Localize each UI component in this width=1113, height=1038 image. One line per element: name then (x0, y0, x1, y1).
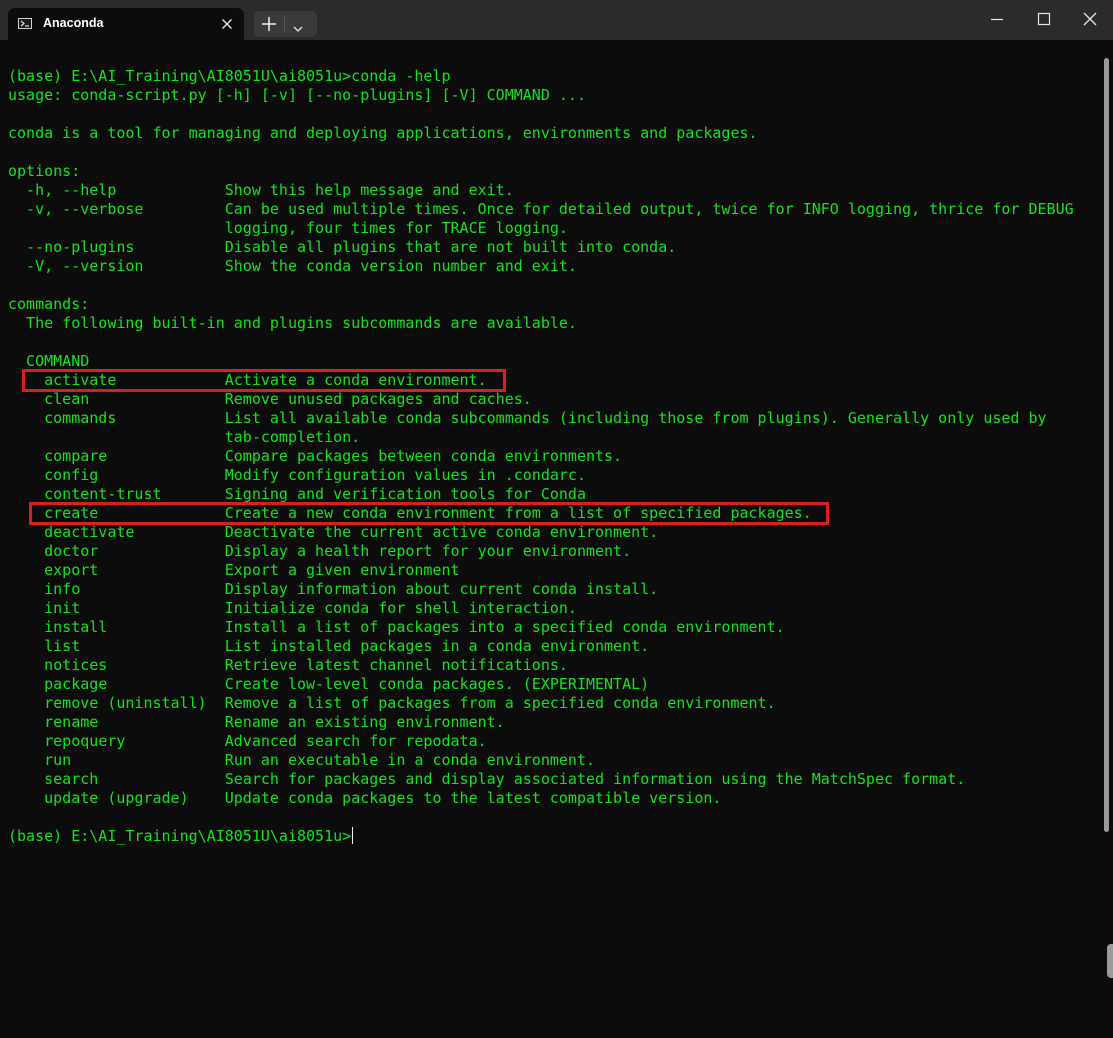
separator (284, 16, 285, 32)
command-line: export Export a given environment (8, 561, 460, 579)
command-line: deactivate Deactivate the current active… (8, 523, 659, 541)
highlight-box-activate (22, 369, 506, 392)
scrollbar[interactable] (1104, 58, 1109, 832)
command-line: commands List all available conda subcom… (8, 409, 1047, 427)
option-line: -v, --verbose Can be used multiple times… (8, 200, 1074, 218)
command-line: config Modify configuration values in .c… (8, 466, 586, 484)
command-line: repoquery Advanced search for repodata. (8, 732, 487, 750)
title-bar: Anaconda (0, 0, 1113, 40)
command-line: list List installed packages in a conda … (8, 637, 650, 655)
close-icon[interactable] (218, 15, 236, 33)
tab-anaconda[interactable]: Anaconda (8, 8, 244, 40)
chevron-down-icon[interactable] (293, 20, 303, 32)
terminal-output[interactable]: (base) E:\AI_Training\AI8051U\ai8051u> co… (8, 67, 1100, 1027)
command-line: doctor Display a health report for your … (8, 542, 632, 560)
command-line: update (upgrade) Update conda packages t… (8, 789, 722, 807)
option-line: -V, --version Show the conda version num… (8, 257, 577, 275)
command-line-continued: tab-completion. (8, 428, 361, 446)
current-prompt[interactable]: (base) E:\AI_Training\AI8051U\ai8051u> (8, 827, 354, 846)
option-line-continued: logging, four times for TRACE logging. (8, 219, 568, 237)
usage-line: usage: conda-script.py [-h] [-v] [--no-p… (8, 86, 586, 104)
commands-heading: commands: (8, 295, 90, 313)
minimize-icon[interactable] (990, 12, 1004, 26)
command-line: init Initialize conda for shell interact… (8, 599, 577, 617)
plus-icon[interactable] (262, 17, 276, 31)
option-line: -h, --help Show this help message and ex… (8, 181, 514, 199)
prompt-line: (base) E:\AI_Training\AI8051U\ai8051u>co… (8, 67, 451, 85)
terminal-icon (18, 18, 32, 29)
commands-intro: The following built-in and plugins subco… (8, 314, 577, 332)
command-line: install Install a list of packages into … (8, 618, 785, 636)
edge-handle[interactable] (1107, 944, 1113, 978)
command-line: run Run an executable in a conda environ… (8, 751, 595, 769)
command-line: search Search for packages and display a… (8, 770, 966, 788)
command-line: rename Rename an existing environment. (8, 713, 505, 731)
maximize-icon[interactable] (1037, 12, 1051, 26)
prompt-text: (base) E:\AI_Training\AI8051U\ai8051u> (8, 827, 352, 845)
tab-title: Anaconda (43, 16, 104, 30)
description-line: conda is a tool for managing and deployi… (8, 124, 758, 142)
command-line: compare Compare packages between conda e… (8, 447, 623, 465)
command-line: notices Retrieve latest channel notifica… (8, 656, 568, 674)
new-tab-group (254, 11, 317, 37)
command-line: remove (uninstall) Remove a list of pack… (8, 694, 776, 712)
option-line: --no-plugins Disable all plugins that ar… (8, 238, 677, 256)
command-line: package Create low-level conda packages.… (8, 675, 650, 693)
text-cursor (352, 827, 354, 844)
command-line: clean Remove unused packages and caches. (8, 390, 532, 408)
options-heading: options: (8, 162, 81, 180)
highlight-box-create (29, 502, 829, 525)
command-line: info Display information about current c… (8, 580, 659, 598)
close-window-icon[interactable] (1083, 12, 1097, 26)
